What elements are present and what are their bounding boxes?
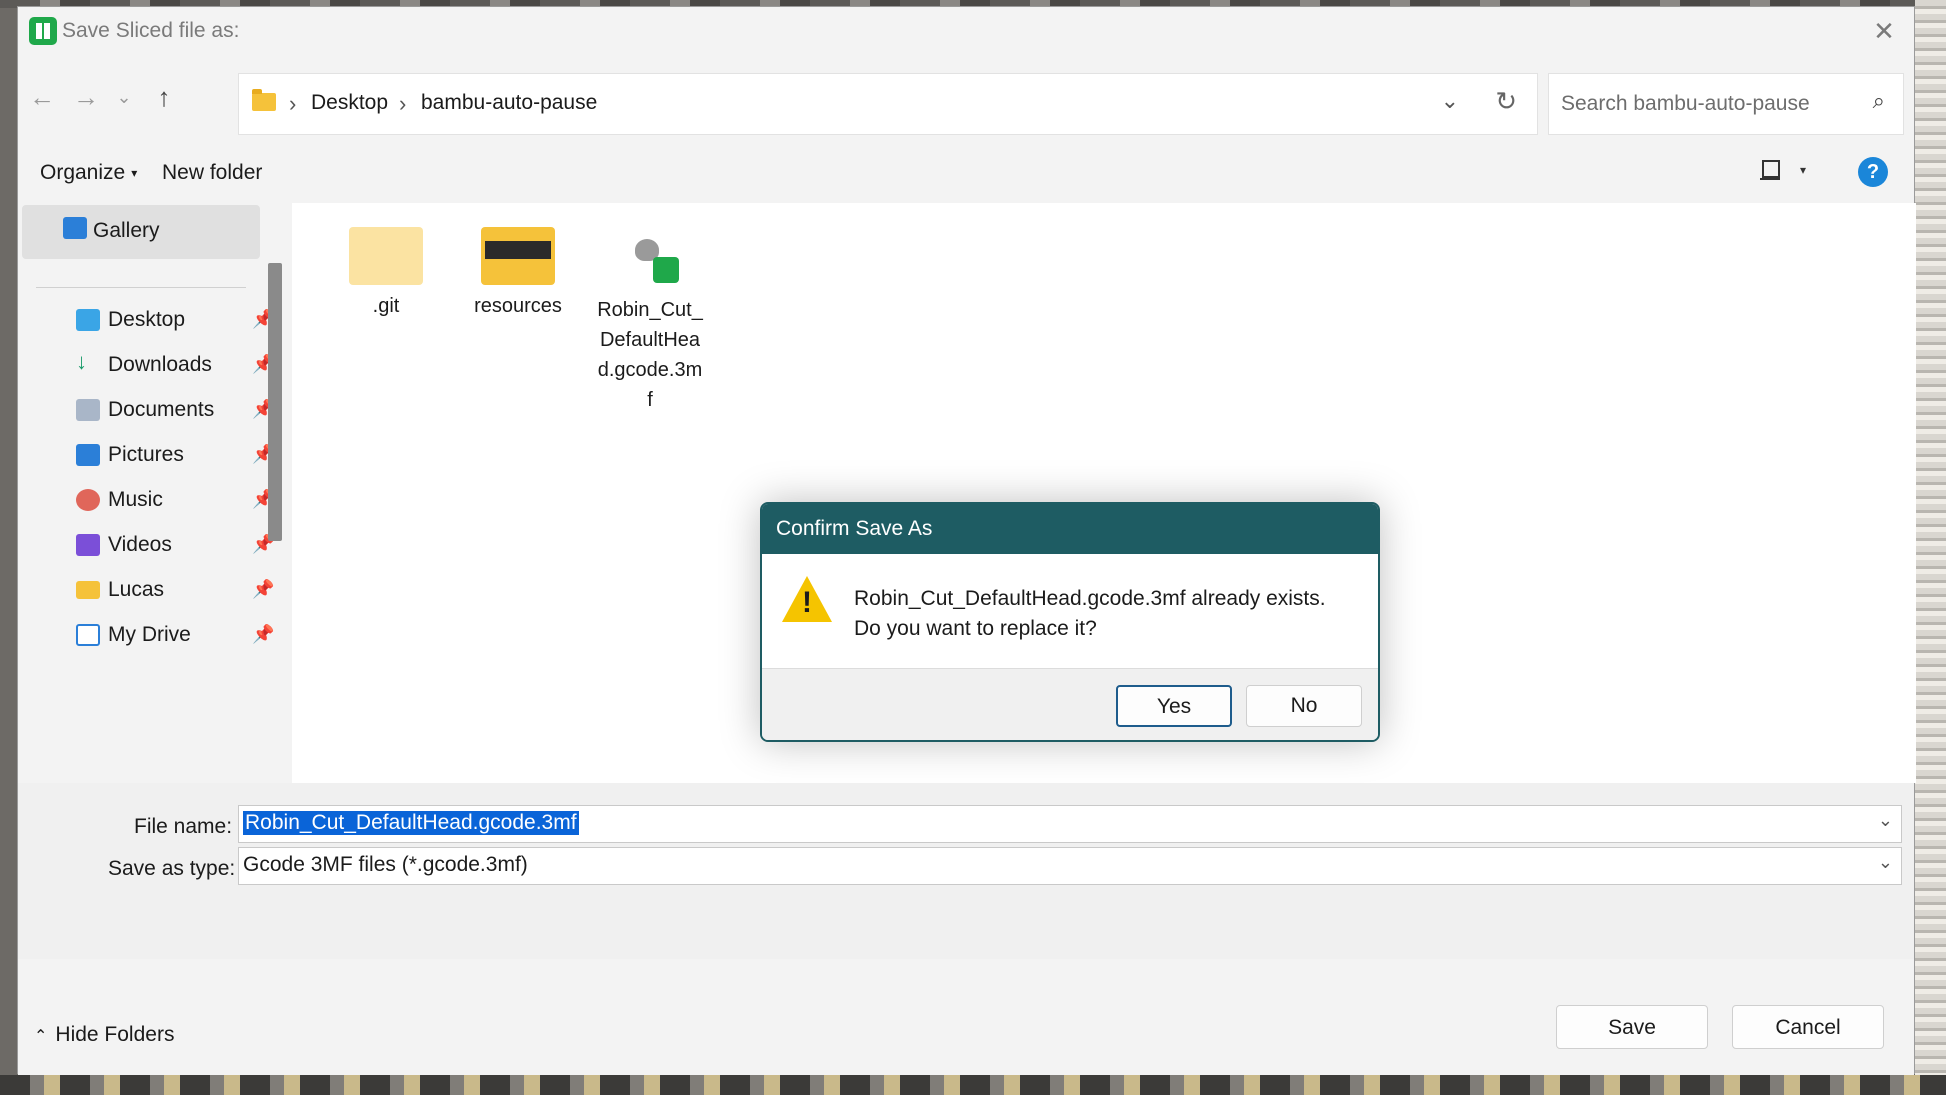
address-dropdown-icon[interactable]: ⌄ xyxy=(1441,88,1459,114)
file-name-label: File name: xyxy=(134,815,233,838)
pictures-icon xyxy=(76,444,100,466)
pin-icon: 📌 xyxy=(252,624,275,644)
chevron-right-icon: › xyxy=(289,91,297,116)
warning-exclamation: ! xyxy=(802,586,812,619)
refresh-icon[interactable]: ↻ xyxy=(1495,86,1517,117)
app-badge-icon xyxy=(653,257,679,283)
view-mode-icon[interactable] xyxy=(1760,159,1782,181)
desktop-icon xyxy=(76,309,100,331)
sidebar-item-label: Downloads xyxy=(108,353,212,376)
confirm-save-as-dialog: Confirm Save As ! Robin_Cut_DefaultHead.… xyxy=(760,502,1380,742)
save-type-label: Save as type: xyxy=(108,857,236,880)
sidebar-item-downloads[interactable]: ↓ Downloads 📌 xyxy=(76,346,274,386)
recent-locations-chevron-icon[interactable]: ⌄ xyxy=(104,77,144,117)
file-name: resources xyxy=(474,295,562,317)
sidebar-item-pictures[interactable]: Pictures 📌 xyxy=(76,436,274,476)
file-name-value: Robin_Cut_DefaultHead.gcode.3mf xyxy=(243,811,579,835)
sidebar-item-videos[interactable]: Videos 📌 xyxy=(76,526,274,566)
search-input[interactable]: Search bambu-auto-pause ⌕ xyxy=(1548,73,1904,135)
confirm-message-line2: Do you want to replace it? xyxy=(854,617,1097,640)
confirm-message: Robin_Cut_DefaultHead.gcode.3mf already … xyxy=(854,584,1326,644)
folder-icon xyxy=(349,227,423,285)
confirm-footer: Yes No xyxy=(762,668,1378,740)
up-arrow-icon[interactable]: ↑ xyxy=(144,77,184,117)
file-item-resources[interactable]: resources xyxy=(458,227,578,321)
save-form: File name: Robin_Cut_DefaultHead.gcode.3… xyxy=(18,783,1914,1075)
music-icon xyxy=(76,489,100,511)
folder-icon xyxy=(252,89,276,111)
3mf-file-icon xyxy=(613,233,687,289)
sidebar-item-label: Documents xyxy=(108,398,215,421)
sidebar-item-documents[interactable]: Documents 📌 xyxy=(76,391,274,431)
no-button[interactable]: No xyxy=(1246,685,1362,727)
chevron-right-icon: › xyxy=(399,91,407,116)
caret-down-icon: ▾ xyxy=(131,166,138,181)
chevron-down-icon[interactable]: ⌄ xyxy=(1878,810,1893,831)
navigation-pane: Gallery Desktop 📌 ↓ Downloads 📌 Document… xyxy=(18,203,282,783)
sidebar-item-label: Videos xyxy=(108,533,172,556)
yes-button[interactable]: Yes xyxy=(1116,685,1232,727)
chevron-up-icon: ⌃ xyxy=(34,1028,48,1045)
breadcrumb-bambu-auto-pause[interactable]: bambu-auto-pause xyxy=(421,91,597,115)
breadcrumb-desktop[interactable]: Desktop xyxy=(311,91,388,115)
sidebar-item-label: Pictures xyxy=(108,443,184,466)
sidebar-item-label: Gallery xyxy=(93,219,160,242)
organize-button[interactable]: Organize ▾ xyxy=(40,161,137,185)
sidebar-item-music[interactable]: Music 📌 xyxy=(76,481,274,521)
divider xyxy=(36,287,246,288)
documents-icon xyxy=(76,399,100,421)
search-placeholder: Search bambu-auto-pause xyxy=(1561,92,1810,115)
dialog-footer: ⌃ Hide Folders Save Cancel xyxy=(18,959,1914,1075)
hide-folders-button[interactable]: ⌃ Hide Folders xyxy=(34,1023,174,1047)
address-bar[interactable]: › Desktop › bambu-auto-pause ⌄ ↻ xyxy=(238,73,1538,135)
folder-icon xyxy=(481,227,555,285)
videos-icon xyxy=(76,534,100,556)
save-type-value: Gcode 3MF files (*.gcode.3mf) xyxy=(243,853,528,876)
navigation-bar: ← → ⌄ ↑ › Desktop › bambu-auto-pause ⌄ ↻… xyxy=(18,55,1914,145)
view-options-caret-icon[interactable]: ▾ xyxy=(1800,163,1806,177)
hide-folders-label: Hide Folders xyxy=(55,1023,175,1046)
gallery-icon xyxy=(63,217,87,239)
cancel-button[interactable]: Cancel xyxy=(1732,1005,1884,1049)
file-item-git[interactable]: .git xyxy=(326,227,446,321)
sidebar-item-my-drive[interactable]: My Drive 📌 xyxy=(76,616,274,656)
help-icon[interactable]: ? xyxy=(1858,157,1888,187)
sidebar-item-label: Lucas xyxy=(108,578,165,601)
file-name: Robin_Cut_DefaultHead.gcode.3mf xyxy=(597,299,703,411)
sidebar-item-label: My Drive xyxy=(108,623,191,646)
save-button[interactable]: Save xyxy=(1556,1005,1708,1049)
window-title: Save Sliced file as: xyxy=(62,19,240,42)
sidebar-scrollbar[interactable] xyxy=(268,263,282,541)
sidebar-item-desktop[interactable]: Desktop 📌 xyxy=(76,301,274,341)
drive-icon xyxy=(76,624,100,646)
search-icon[interactable]: ⌕ xyxy=(1873,88,1885,114)
title-bar: Save Sliced file as: ✕ xyxy=(18,7,1914,55)
background-bottom xyxy=(0,1075,1946,1095)
background-right xyxy=(1915,0,1946,1095)
file-name-input[interactable]: Robin_Cut_DefaultHead.gcode.3mf ⌄ xyxy=(238,805,1902,843)
chevron-down-icon[interactable]: ⌄ xyxy=(1878,852,1893,873)
save-type-select[interactable]: Gcode 3MF files (*.gcode.3mf) ⌄ xyxy=(238,847,1902,885)
close-icon[interactable]: ✕ xyxy=(1864,13,1904,49)
app-icon xyxy=(29,17,57,45)
file-item-3mf[interactable]: Robin_Cut_DefaultHead.gcode.3mf xyxy=(590,233,710,415)
command-bar: Organize ▾ New folder ▾ ? xyxy=(18,145,1914,203)
organize-label: Organize xyxy=(40,161,126,184)
pin-icon: 📌 xyxy=(252,579,275,599)
download-icon: ↓ xyxy=(76,349,87,374)
sidebar-item-gallery[interactable]: Gallery xyxy=(22,205,260,259)
forward-arrow-icon[interactable]: → xyxy=(66,77,106,117)
folder-preview xyxy=(485,241,551,259)
confirm-title: Confirm Save As xyxy=(762,504,1378,554)
confirm-message-line1: Robin_Cut_DefaultHead.gcode.3mf already … xyxy=(854,587,1326,610)
sidebar-item-label: Desktop xyxy=(108,308,186,331)
new-folder-button[interactable]: New folder xyxy=(162,161,262,185)
folder-icon xyxy=(76,581,100,599)
file-name: .git xyxy=(372,295,400,317)
sidebar-item-lucas[interactable]: Lucas 📌 xyxy=(76,571,274,611)
back-arrow-icon[interactable]: ← xyxy=(22,77,62,117)
sidebar-item-label: Music xyxy=(108,488,163,511)
